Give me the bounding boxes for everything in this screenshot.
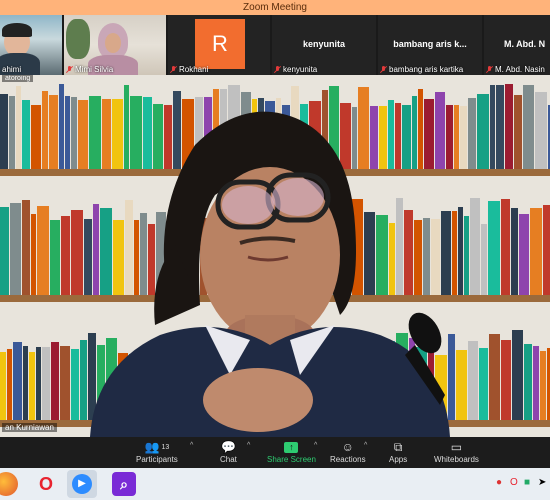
chat-caret-icon[interactable]: ^ (247, 442, 250, 449)
cursor-icon: ➤ (538, 477, 547, 488)
participant-name: Mimi Silvia (66, 65, 113, 74)
meeting-toolbar: 👥 13 Participants ^ 💬 Chat ^ ↑ Share Scre… (0, 437, 550, 468)
participant-tile[interactable]: ahimi (0, 15, 62, 75)
window-title: Zoom Meeting (0, 0, 550, 15)
mic-muted-icon (170, 66, 177, 73)
reactions-caret-icon[interactable]: ^ (364, 442, 367, 449)
reactions-icon: ☺ (341, 440, 354, 454)
tray-app-icon[interactable]: ■ (524, 477, 530, 488)
participant-strip: ahimi Mimi Silvia R Rokhani kenyunita ke… (0, 15, 550, 75)
mic-muted-icon (66, 66, 73, 73)
people-icon: 👥 (144, 440, 160, 454)
participant-tile[interactable]: kenyunita kenyunita (272, 15, 376, 75)
participants-caret-icon[interactable]: ^ (190, 442, 193, 449)
apps-icon: ⧉ (393, 439, 403, 454)
share-screen-button[interactable]: ↑ Share Screen (267, 439, 316, 464)
mic-muted-icon (486, 66, 493, 73)
share-screen-label: Share Screen (267, 455, 316, 464)
reactions-label: Reactions (330, 455, 366, 464)
search-app-icon[interactable]: ⌕ (112, 472, 136, 496)
share-screen-icon: ↑ (284, 441, 299, 453)
participant-name: ahimi (2, 65, 22, 74)
mic-muted-icon (380, 66, 387, 73)
apps-label: Apps (389, 455, 408, 464)
participant-count: 13 (161, 443, 170, 451)
participant-name: bambang aris kartika (380, 65, 463, 74)
participant-name: Rokhani (170, 65, 208, 74)
participant-tile[interactable]: Mimi Silvia (64, 15, 166, 75)
participant-name: kenyunita (274, 65, 317, 74)
whiteboard-icon: ▭ (450, 440, 463, 454)
firefox-icon[interactable] (0, 472, 18, 496)
speaker-video[interactable]: atoroing an Kurniawan (0, 75, 550, 437)
speaker-figure (90, 111, 450, 437)
speaker-top-label: atoroing (2, 75, 34, 82)
opera-icon[interactable]: O (34, 472, 58, 496)
apps-button[interactable]: ⧉ Apps (389, 439, 408, 465)
participant-tile[interactable]: M. Abd. N M. Abd. Nasin (484, 15, 550, 75)
chrome-icon[interactable]: ● (496, 477, 502, 488)
os-taskbar: O ▶ ⌕ ● O ■ ➤ (0, 468, 550, 500)
participant-name: M. Abd. Nasin (486, 65, 545, 74)
participants-label: Participants (136, 455, 178, 464)
speaker-name: an Kurniawan (2, 423, 57, 432)
zoom-icon[interactable]: ▶ (67, 470, 97, 498)
participant-tile[interactable]: bambang aris k... bambang aris kartika (378, 15, 482, 75)
chat-icon: 💬 (220, 440, 236, 454)
participant-big-name: bambang aris k... (393, 39, 467, 49)
opera-tray-icon[interactable]: O (510, 477, 518, 488)
avatar: R (195, 19, 245, 69)
reactions-button[interactable]: ☺ Reactions (330, 439, 366, 464)
chat-label: Chat (220, 455, 237, 464)
participant-big-name: kenyunita (302, 39, 345, 49)
participant-big-name: M. Abd. N (504, 39, 546, 49)
whiteboards-label: Whiteboards (434, 455, 479, 464)
whiteboards-button[interactable]: ▭ Whiteboards (434, 439, 479, 464)
chat-button[interactable]: 💬 Chat (220, 439, 237, 464)
participants-button[interactable]: 👥 13 Participants (136, 439, 178, 464)
share-caret-icon[interactable]: ^ (314, 442, 317, 449)
zoom-window: Zoom Meeting ahimi Mimi Silvia R Rokhani… (0, 0, 550, 500)
mic-muted-icon (274, 66, 281, 73)
participant-tile[interactable]: R Rokhani (168, 15, 270, 75)
